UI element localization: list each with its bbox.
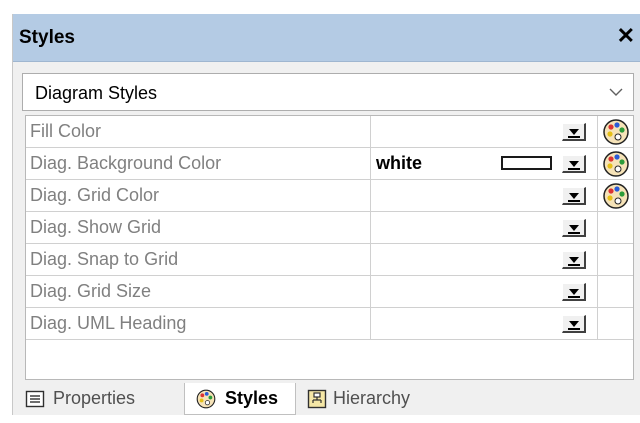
palette-icon[interactable]: [601, 182, 631, 210]
dropdown-arrow-button[interactable]: [562, 283, 586, 301]
color-picker-cell: [599, 116, 633, 147]
dropdown-arrow-button[interactable]: [562, 315, 586, 333]
property-row[interactable]: Diag. Grid Size: [26, 276, 633, 308]
dropdown-arrow-button[interactable]: [562, 155, 586, 173]
color-picker-cell: [599, 180, 633, 211]
property-row[interactable]: Diag. Background Color white: [26, 148, 633, 180]
property-row[interactable]: Fill Color: [26, 116, 633, 148]
panel-title: Styles: [19, 27, 75, 48]
property-row[interactable]: Diag. Show Grid: [26, 212, 633, 244]
property-name: Diag. Snap to Grid: [26, 244, 371, 275]
color-swatch: [501, 156, 552, 170]
dropdown-arrow-button[interactable]: [562, 123, 586, 141]
property-name: Diag. Background Color: [26, 148, 371, 179]
dropdown-arrow-button[interactable]: [562, 251, 586, 269]
empty-cell: [599, 276, 633, 307]
tab-hierarchy[interactable]: Hierarchy: [303, 383, 453, 415]
property-grid: Fill Color Diag. Background Color white …: [25, 115, 634, 380]
bottom-tab-bar: Properties Styles Hierarchy: [13, 383, 640, 415]
property-name: Fill Color: [26, 116, 371, 147]
property-name: Diag. UML Heading: [26, 308, 371, 339]
tab-styles[interactable]: Styles: [184, 383, 296, 415]
property-value-cell[interactable]: white: [372, 148, 598, 179]
property-name: Diag. Grid Size: [26, 276, 371, 307]
palette-icon[interactable]: [601, 118, 631, 146]
empty-cell: [599, 308, 633, 339]
empty-cell: [599, 244, 633, 275]
property-value-cell[interactable]: [372, 276, 598, 307]
property-row[interactable]: Diag. Snap to Grid: [26, 244, 633, 276]
chevron-down-icon: [609, 88, 623, 96]
property-name: Diag. Grid Color: [26, 180, 371, 211]
hierarchy-icon: [307, 389, 327, 409]
panel-titlebar: Styles ✕: [13, 14, 640, 62]
color-picker-cell: [599, 148, 633, 179]
tab-label: Properties: [53, 388, 136, 408]
property-value-cell[interactable]: [372, 244, 598, 275]
property-value-cell[interactable]: [372, 212, 598, 243]
tab-properties[interactable]: Properties: [13, 383, 183, 415]
palette-icon: [196, 389, 216, 409]
property-row[interactable]: Diag. Grid Color: [26, 180, 633, 212]
property-value-cell[interactable]: [372, 308, 598, 339]
property-row[interactable]: Diag. UML Heading: [26, 308, 633, 340]
styles-panel: Styles ✕ Diagram Styles Fill Color Diag.…: [12, 14, 640, 415]
tab-label: Hierarchy: [333, 388, 411, 408]
properties-list-icon: [25, 390, 45, 408]
style-set-selected: Diagram Styles: [35, 83, 158, 103]
empty-cell: [599, 212, 633, 243]
tab-label: Styles: [225, 388, 279, 408]
dropdown-arrow-button[interactable]: [562, 219, 586, 237]
close-icon[interactable]: ✕: [617, 23, 635, 49]
property-value: white: [376, 153, 423, 173]
dropdown-arrow-button[interactable]: [562, 187, 586, 205]
property-name: Diag. Show Grid: [26, 212, 371, 243]
property-value-cell[interactable]: [372, 116, 598, 147]
palette-icon[interactable]: [601, 150, 631, 178]
style-set-dropdown[interactable]: Diagram Styles: [22, 73, 634, 111]
property-value-cell[interactable]: [372, 180, 598, 211]
